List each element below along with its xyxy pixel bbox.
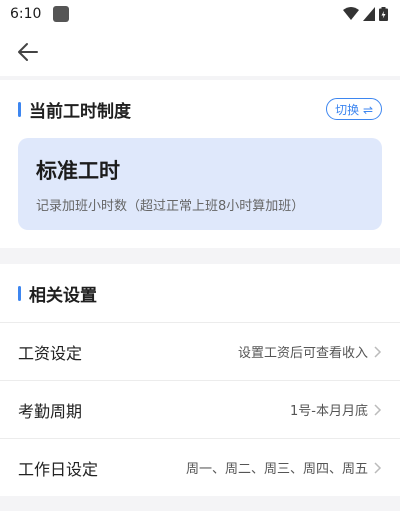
salary-setting-row[interactable]: 工资设定 设置工资后可查看收入 [0, 322, 400, 380]
row-label: 工资设定 [18, 343, 83, 363]
current-schedule-card: 标准工时 记录加班小时数（超过正常上班8小时算加班） [18, 138, 382, 230]
cell-signal-icon [363, 7, 375, 21]
current-schedule-section: 当前工时制度 切换 ⇌ 标准工时 记录加班小时数（超过正常上班8小时算加班） [0, 80, 400, 248]
row-value: 1号-本月月底 [290, 404, 368, 419]
notification-icon [53, 6, 70, 22]
row-value: 周一、周二、周三、周四、周五 [185, 462, 368, 477]
settings-section: 相关设置 工资设定 设置工资后可查看收入 考勤周期 1号-本月月底 工作日设定 … [0, 264, 400, 496]
arrow-left-icon [18, 43, 38, 61]
status-time: 6:10 [10, 6, 42, 22]
title-accent-bar [18, 101, 21, 117]
chevron-right-icon [374, 461, 382, 474]
back-button[interactable] [16, 36, 48, 68]
workday-setting-row[interactable]: 工作日设定 周一、周二、周三、周四、周五 [0, 438, 400, 496]
section-title-settings: 相关设置 [29, 285, 97, 306]
wifi-icon [343, 7, 359, 20]
schedule-name: 标准工时 [36, 158, 120, 183]
chevron-right-icon [374, 345, 382, 358]
switch-button[interactable]: 切换 ⇌ [326, 98, 382, 120]
status-bar: 6:10 [0, 0, 400, 28]
app-bar [0, 28, 400, 76]
chevron-right-icon [374, 403, 382, 416]
attendance-cycle-row[interactable]: 考勤周期 1号-本月月底 [0, 380, 400, 438]
schedule-description: 记录加班小时数（超过正常上班8小时算加班） [36, 198, 305, 214]
title-accent-bar [18, 285, 21, 301]
row-label: 考勤周期 [18, 401, 83, 421]
row-value: 设置工资后可查看收入 [237, 346, 368, 361]
section-title-current: 当前工时制度 [29, 101, 131, 122]
row-label: 工作日设定 [18, 459, 99, 479]
battery-icon [379, 7, 388, 21]
